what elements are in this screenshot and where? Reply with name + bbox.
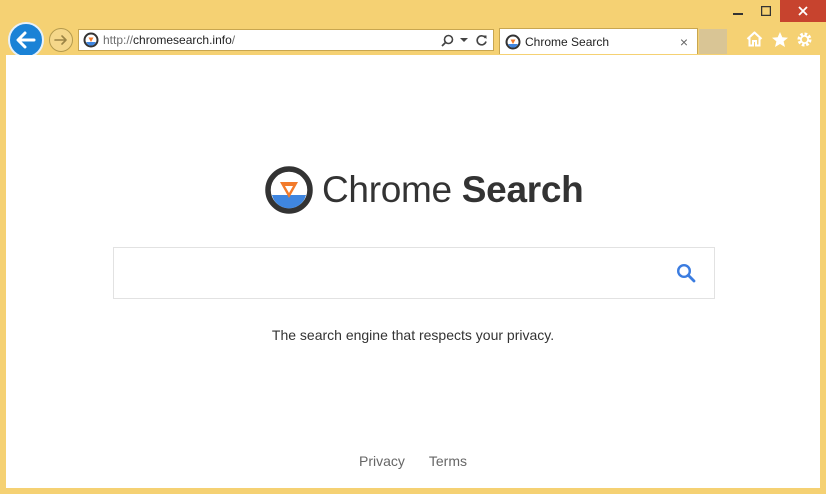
gear-icon bbox=[797, 32, 812, 46]
close-icon bbox=[798, 6, 808, 16]
minimize-button[interactable] bbox=[724, 0, 752, 22]
minimize-icon bbox=[733, 13, 743, 15]
window-caption-buttons bbox=[724, 0, 826, 22]
tab-favicon-icon bbox=[505, 34, 521, 49]
tab-title: Chrome Search bbox=[525, 34, 610, 49]
tagline: The search engine that respects your pri… bbox=[271, 327, 555, 343]
address-actions bbox=[440, 32, 493, 48]
back-button[interactable] bbox=[8, 22, 44, 58]
search-icon bbox=[676, 263, 696, 283]
toolbar-right bbox=[744, 29, 815, 49]
arrow-left-icon bbox=[16, 31, 36, 49]
search-icon bbox=[440, 34, 453, 47]
browser-window: http://chromesearch.info/ Chrome Search … bbox=[0, 0, 826, 494]
logo-text: Chrome Search bbox=[322, 169, 584, 211]
url-protocol: http:// bbox=[103, 33, 134, 47]
url-path: / bbox=[231, 33, 236, 47]
refresh-icon bbox=[475, 34, 487, 46]
star-icon bbox=[771, 31, 788, 47]
search-input[interactable] bbox=[114, 248, 664, 298]
page-content: Chrome Search The search engine that res… bbox=[6, 55, 820, 488]
tab-chrome-search[interactable]: Chrome Search × bbox=[499, 28, 698, 54]
maximize-button[interactable] bbox=[752, 0, 780, 22]
logo-mark-icon bbox=[265, 166, 313, 214]
refresh-button[interactable] bbox=[474, 32, 488, 48]
favorites-button[interactable] bbox=[769, 29, 790, 49]
address-search-button[interactable] bbox=[440, 32, 454, 48]
address-bar[interactable]: http://chromesearch.info/ bbox=[78, 29, 494, 51]
chrome-search-logo: Chrome Search bbox=[264, 165, 584, 215]
new-tab-button[interactable] bbox=[699, 29, 727, 54]
address-url[interactable]: http://chromesearch.info/ bbox=[103, 33, 440, 47]
footer-links: Privacy Terms bbox=[6, 453, 820, 469]
home-button[interactable] bbox=[744, 29, 765, 49]
chevron-down-icon bbox=[460, 38, 468, 42]
close-window-button[interactable] bbox=[780, 0, 826, 22]
home-icon bbox=[746, 31, 763, 47]
logo-text-bold: Search bbox=[461, 169, 584, 210]
maximize-icon bbox=[761, 6, 771, 16]
address-dropdown-button[interactable] bbox=[457, 32, 471, 48]
search-button[interactable] bbox=[664, 251, 708, 295]
terms-link[interactable]: Terms bbox=[429, 453, 467, 469]
forward-button[interactable] bbox=[49, 28, 73, 52]
privacy-link[interactable]: Privacy bbox=[359, 453, 405, 469]
search-box bbox=[113, 247, 715, 299]
settings-button[interactable] bbox=[794, 29, 815, 49]
url-host: chromesearch.info bbox=[133, 33, 232, 47]
tab-close-button[interactable]: × bbox=[676, 34, 692, 50]
logo-text-regular: Chrome bbox=[322, 169, 452, 210]
site-favicon-icon bbox=[83, 32, 99, 48]
arrow-right-icon bbox=[54, 35, 67, 45]
